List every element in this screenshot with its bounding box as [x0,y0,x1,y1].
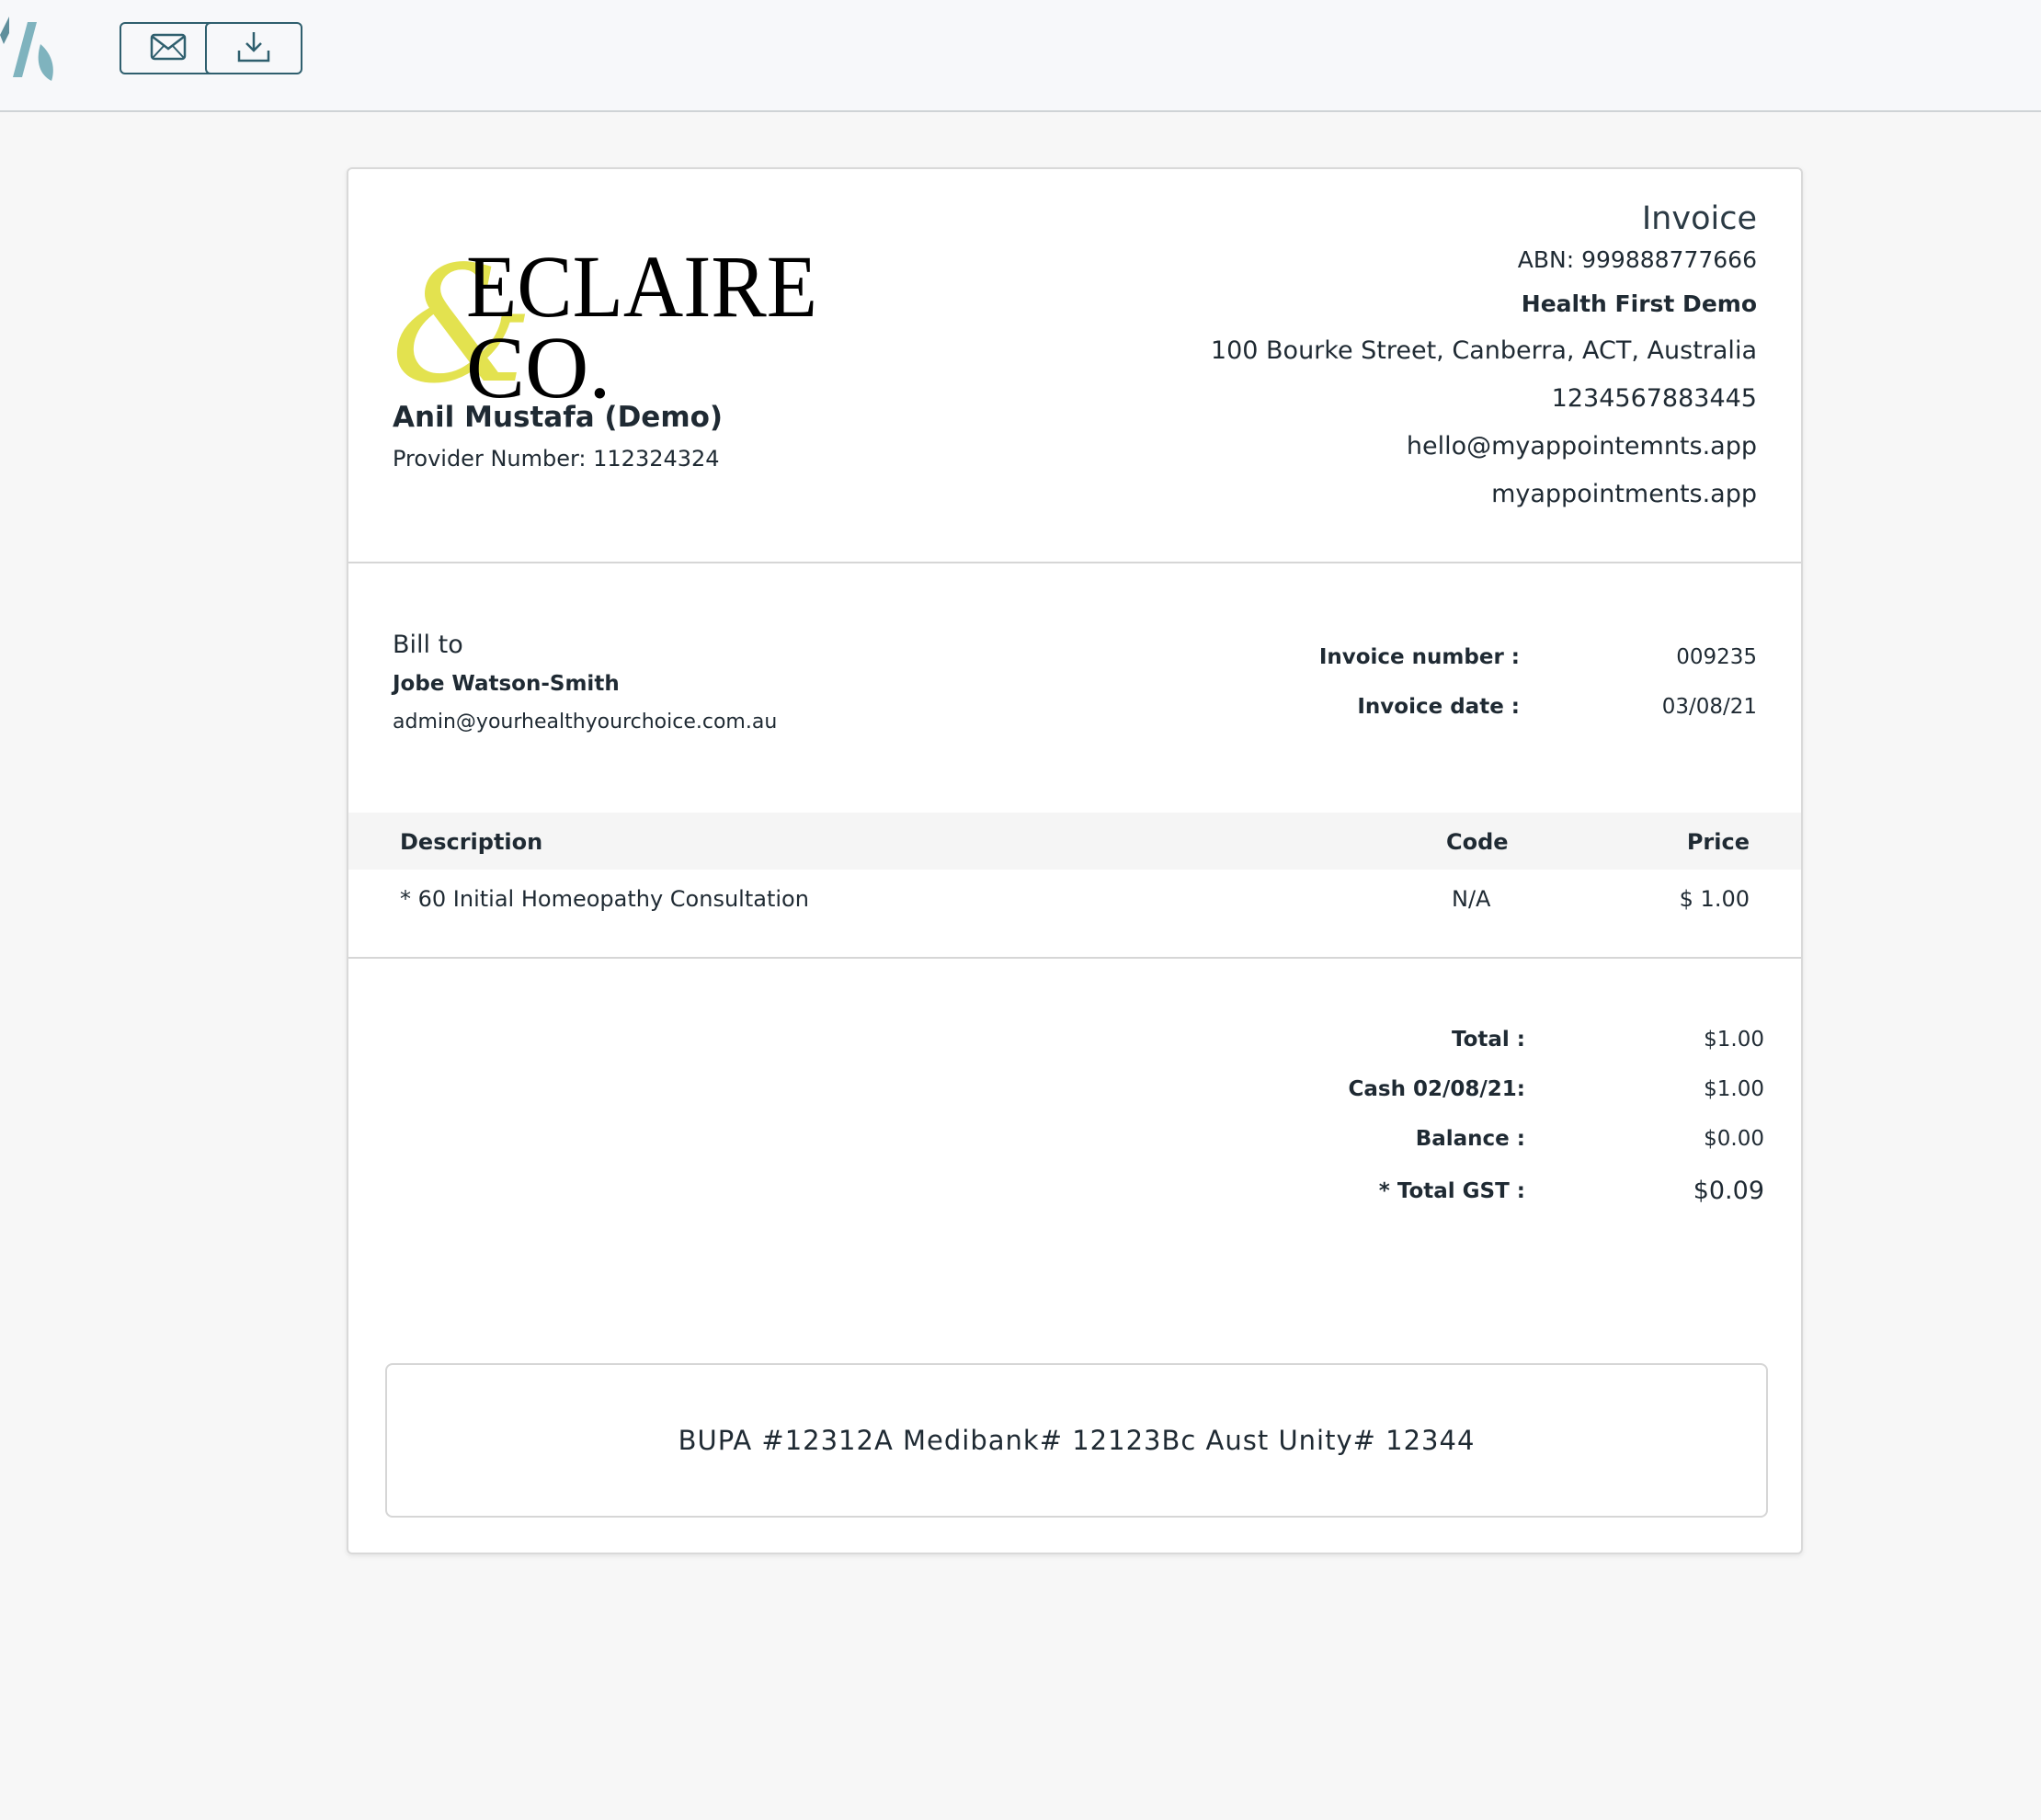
column-header-code: Code [1446,829,1509,855]
line-item-description: * 60 Initial Homeopathy Consultation [400,886,809,912]
invoice-number-label: Invoice number : [1318,645,1520,669]
provider-name: Anil Mustafa (Demo) [393,401,724,434]
balance-label: Balance : [1415,1127,1525,1151]
cash-payment-label: Cash 02/08/21: [1348,1077,1526,1101]
divider [348,562,1801,563]
top-toolbar [0,0,2041,112]
app-logo-icon[interactable] [0,17,59,83]
business-email: hello@myappointemnts.app [1406,432,1757,461]
invoice-date-value: 03/08/21 [1661,695,1757,719]
line-item-code: N/A [1452,886,1491,912]
bill-to-label: Bill to [393,631,463,659]
balance-value: $0.00 [1704,1127,1764,1151]
business-name: Health First Demo [1521,290,1757,317]
column-header-description: Description [400,829,543,855]
envelope-icon [150,33,187,64]
insurance-note-box: BUPA #12312A Medibank# 12123Bc Aust Unit… [385,1363,1768,1518]
column-header-price: Price [1686,829,1750,855]
business-info: Invoice ABN: 999888777666 Health First D… [1211,200,1757,528]
bill-to-name: Jobe Watson-Smith [393,672,620,696]
invoice-card: & ECLAIRE CO. Anil Mustafa (Demo) Provid… [347,167,1803,1554]
business-phone: 1234567883445 [1551,384,1757,413]
divider [348,957,1801,959]
bill-to-email: admin@yourhealthyourchoice.com.au [393,711,778,734]
total-gst-value: $0.09 [1693,1177,1764,1205]
total-gst-label: * Total GST : [1378,1179,1525,1203]
provider-number: Provider Number: 112324324 [393,446,720,472]
business-address: 100 Bourke Street, Canberra, ACT, Austra… [1210,336,1757,365]
insurance-note-text: BUPA #12312A Medibank# 12123Bc Aust Unit… [678,1425,1476,1456]
download-invoice-button[interactable] [205,22,302,74]
total-value: $1.00 [1704,1028,1764,1052]
total-label: Total : [1451,1028,1525,1052]
invoice-number-value: 009235 [1676,645,1757,669]
invoice-title: Invoice [1641,200,1757,237]
brand-logo: & ECLAIRE CO. [391,233,823,419]
table-header [348,813,1801,870]
business-abn: ABN: 999888777666 [1517,246,1757,273]
line-item-price: $ 1.00 [1679,886,1750,912]
download-icon [236,30,271,67]
logo-text-co: CO. [466,318,610,404]
email-invoice-button[interactable] [120,22,217,74]
invoice-date-label: Invoice date : [1357,695,1520,719]
cash-payment-value: $1.00 [1704,1077,1764,1101]
business-website: myappointments.app [1491,480,1757,508]
